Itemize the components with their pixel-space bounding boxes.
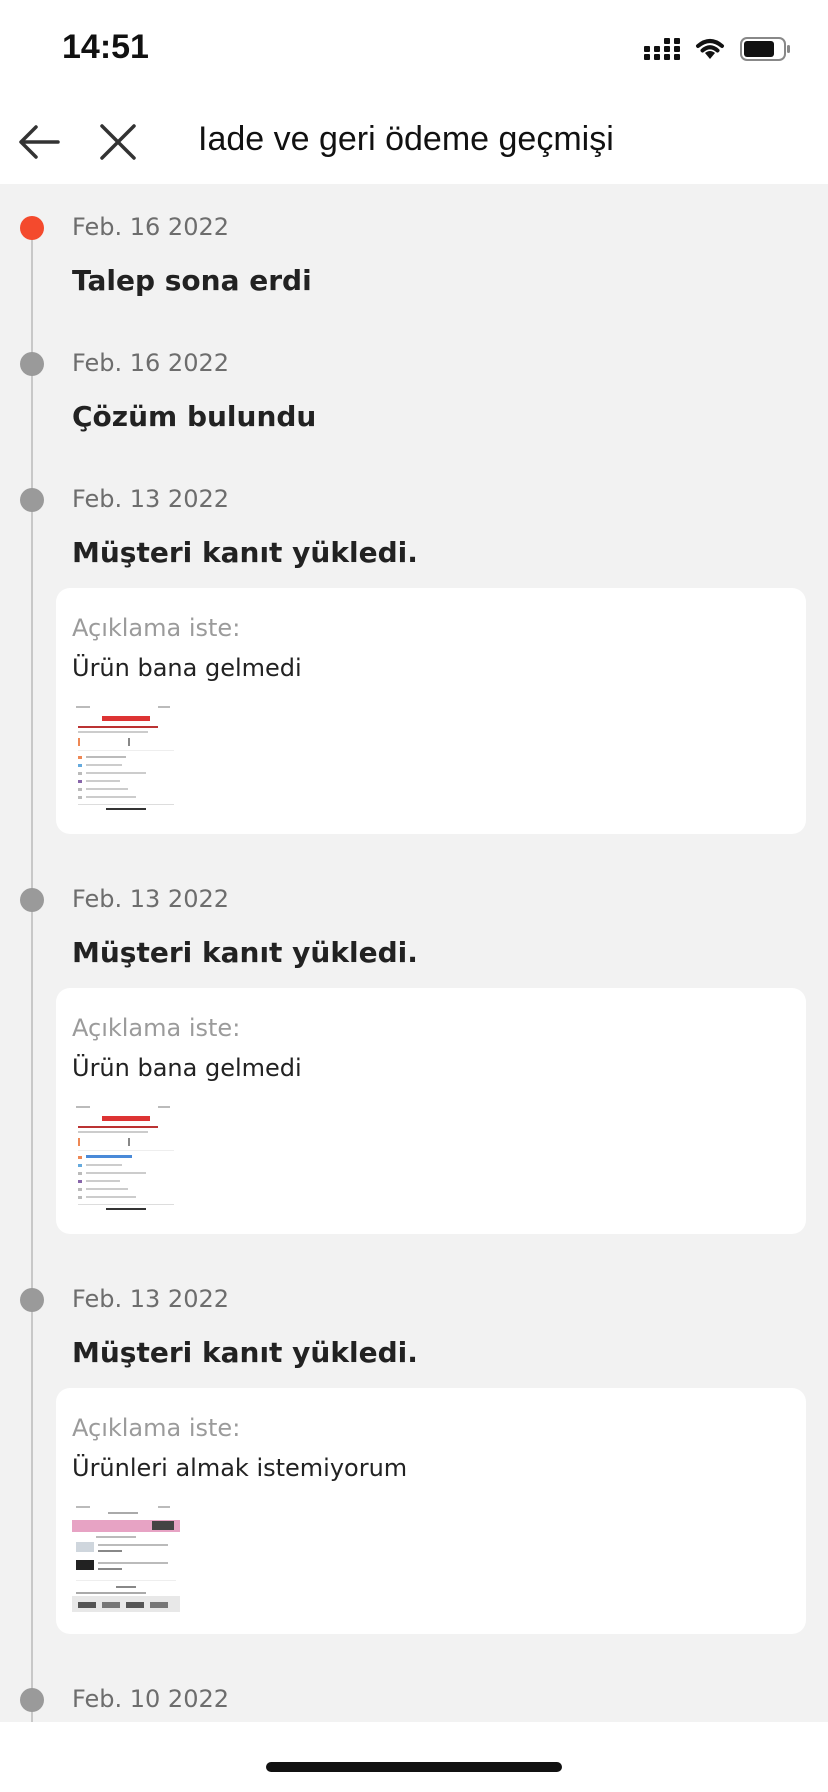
timeline-dot	[20, 1288, 44, 1312]
evidence-card: Açıklama iste: Ürün bana gelmedi	[56, 588, 806, 834]
home-indicator[interactable]	[266, 1762, 562, 1772]
refund-history-timeline: Feb. 16 2022 Talep sona erdi Feb. 16 202…	[0, 184, 828, 1722]
timeline-dot	[20, 488, 44, 512]
description-label: Açıklama iste:	[72, 614, 241, 642]
event-date: Feb. 10 2022	[72, 1685, 229, 1713]
home-indicator-area	[0, 1722, 828, 1792]
description-text: Ürün bana gelmedi	[72, 1054, 302, 1082]
event-title: Talep sona erdi	[72, 264, 312, 297]
signal-icon	[644, 38, 680, 60]
status-bar: 14:51	[0, 0, 828, 100]
status-icons	[644, 34, 792, 64]
timeline-dot-active	[20, 216, 44, 240]
timeline-dot	[20, 888, 44, 912]
event-date: Feb. 16 2022	[72, 213, 229, 241]
event-title: Çözüm bulundu	[72, 400, 317, 433]
evidence-thumbnail[interactable]	[72, 1102, 180, 1212]
event-title: Müşteri kanıt yükledi.	[72, 936, 418, 969]
back-arrow-icon[interactable]	[14, 116, 66, 168]
event-date: Feb. 16 2022	[72, 349, 229, 377]
status-time: 14:51	[62, 28, 149, 66]
evidence-card: Açıklama iste: Ürün bana gelmedi	[56, 988, 806, 1234]
evidence-card: Açıklama iste: Ürünleri almak istemiyoru…	[56, 1388, 806, 1634]
evidence-thumbnail[interactable]	[72, 1502, 180, 1612]
description-label: Açıklama iste:	[72, 1414, 241, 1442]
evidence-thumbnail[interactable]	[72, 702, 180, 812]
timeline-line	[31, 224, 33, 1722]
timeline-dot	[20, 352, 44, 376]
event-title: Müşteri kanıt yükledi.	[72, 536, 418, 569]
event-date: Feb. 13 2022	[72, 485, 229, 513]
event-date: Feb. 13 2022	[72, 885, 229, 913]
description-label: Açıklama iste:	[72, 1014, 241, 1042]
event-title: Müşteri kanıt yükledi.	[72, 1336, 418, 1369]
description-text: Ürünleri almak istemiyorum	[72, 1454, 408, 1482]
description-text: Ürün bana gelmedi	[72, 654, 302, 682]
timeline-dot	[20, 1688, 44, 1712]
wifi-icon	[696, 39, 724, 59]
navigation-bar: Iade ve geri ödeme geçmişi	[0, 100, 828, 184]
page-title: Iade ve geri ödeme geçmişi	[198, 120, 614, 158]
event-date: Feb. 13 2022	[72, 1285, 229, 1313]
battery-icon	[740, 37, 790, 61]
close-icon[interactable]	[92, 116, 144, 168]
